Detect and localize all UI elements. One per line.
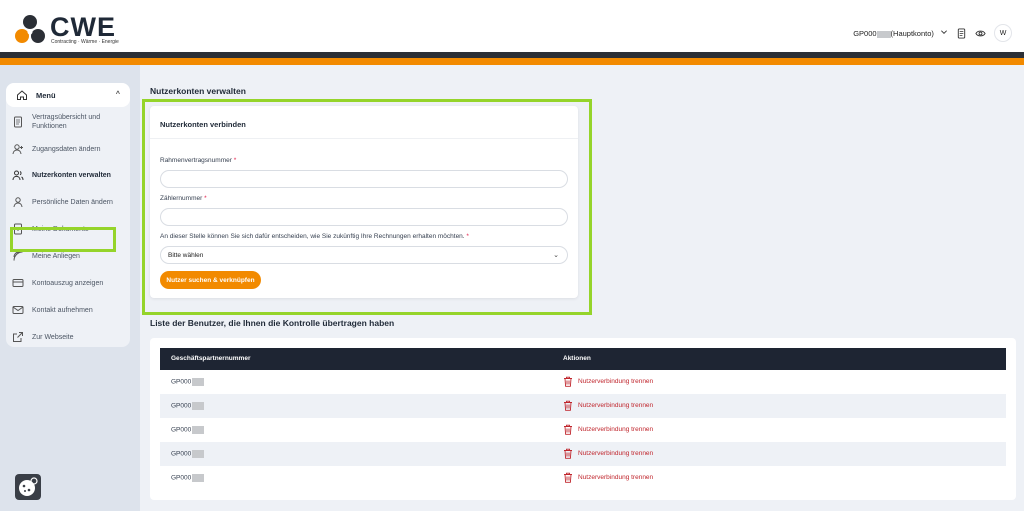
disconnect-user-button[interactable]: Nutzerverbindung trennen <box>563 424 653 435</box>
avatar[interactable]: W <box>994 24 1012 42</box>
account-prefix: GP000 <box>853 29 877 38</box>
masked-number <box>192 474 205 482</box>
users-table-card: Geschäftspartnernummer Aktionen GP000 Nu… <box>150 338 1016 500</box>
trash-icon <box>564 400 572 411</box>
sidebar-item-nutzerkonten[interactable]: Nutzerkonten verwalten <box>12 169 124 181</box>
logo-mark-icon <box>15 15 45 43</box>
masked-number <box>192 426 205 434</box>
sidebar-item-kontakt[interactable]: Kontakt aufnehmen <box>12 304 124 316</box>
sidebar-item-webseite[interactable]: Zur Webseite <box>12 331 124 343</box>
disconnect-user-button[interactable]: Nutzerverbindung trennen <box>563 400 653 411</box>
disconnect-user-button[interactable]: Nutzerverbindung trennen <box>563 472 653 483</box>
cookie-settings-button[interactable] <box>15 474 41 500</box>
menu-card: Menü ^ Vertragsübersicht und Funktionen … <box>6 83 130 347</box>
gp-number: GP000 <box>171 402 205 410</box>
gp-number: GP000 <box>171 378 205 386</box>
masked-number <box>192 402 205 410</box>
table-row: GP000 Nutzerverbindung trennen <box>160 394 1006 418</box>
table-row: GP000 Nutzerverbindung trennen <box>160 442 1006 466</box>
column-header-gp: Geschäftspartnernummer <box>171 355 251 362</box>
table-row: GP000 Nutzerverbindung trennen <box>160 418 1006 442</box>
disconnect-user-button[interactable]: Nutzerverbindung trennen <box>563 448 653 459</box>
sidebar-item-vertragsuebersicht[interactable]: Vertragsübersicht und Funktionen <box>12 113 124 131</box>
disconnect-user-button[interactable]: Nutzerverbindung trennen <box>563 376 653 387</box>
sidebar-item-label: Nutzerkonten verwalten <box>32 171 111 179</box>
highlight-box-form <box>142 99 592 315</box>
external-link-icon <box>13 332 23 342</box>
column-header-actions: Aktionen <box>563 355 591 362</box>
sidebar-item-label: Zugangsdaten ändern <box>32 145 101 153</box>
chevron-up-icon: ^ <box>115 91 120 98</box>
credit-card-icon <box>12 279 24 287</box>
gp-number: GP000 <box>171 474 205 482</box>
trash-icon <box>564 472 572 483</box>
page-title: Nutzerkonten verwalten <box>150 86 246 96</box>
gp-number: GP000 <box>171 426 205 434</box>
cookie-icon <box>19 477 38 496</box>
document-icon <box>14 116 22 128</box>
account-selector[interactable]: GP000 (Hauptkonto) <box>853 28 948 38</box>
account-area: GP000 (Hauptkonto) W <box>853 24 1012 42</box>
masked-number <box>192 450 205 458</box>
gp-number: GP000 <box>171 450 205 458</box>
user-icon <box>13 197 23 208</box>
table-row: GP000 Nutzerverbindung trennen <box>160 370 1006 394</box>
sidebar: Menü ^ Vertragsübersicht und Funktionen … <box>0 65 140 511</box>
menu-label: Menü <box>36 90 56 100</box>
table-row: GP000 Nutzerverbindung trennen <box>160 466 1006 490</box>
sidebar-item-zugangsdaten[interactable]: Zugangsdaten ändern <box>12 143 124 155</box>
mail-icon <box>12 306 24 314</box>
home-icon <box>17 90 27 100</box>
sidebar-item-label: Vertragsübersicht und Funktionen <box>32 114 101 130</box>
masked-number <box>876 30 891 38</box>
trash-icon <box>564 448 572 459</box>
sidebar-item-persoenliche-daten[interactable]: Persönliche Daten ändern <box>12 196 124 208</box>
chevron-down-icon <box>941 30 947 34</box>
trash-icon <box>564 424 572 435</box>
sidebar-item-label: Persönliche Daten ändern <box>32 198 113 206</box>
sidebar-item-label: Kontoauszug anzeigen <box>32 279 104 287</box>
sidebar-item-label: Kontakt aufnehmen <box>32 306 93 314</box>
highlight-box-sidebar <box>10 227 116 252</box>
menu-toggle[interactable]: Menü ^ <box>6 83 130 107</box>
eye-icon[interactable] <box>975 28 986 39</box>
sidebar-item-label: Meine Anliegen <box>32 252 80 260</box>
cwe-logo[interactable]: CWE Contracting · Wärme · Energie <box>14 12 124 48</box>
document-icon[interactable] <box>956 27 967 39</box>
header-bar-orange <box>0 58 1024 65</box>
sidebar-item-label: Zur Webseite <box>32 333 74 341</box>
trash-icon <box>564 376 572 387</box>
account-suffix: (Hauptkonto) <box>890 29 934 38</box>
sidebar-item-kontoauszug[interactable]: Kontoauszug anzeigen <box>12 277 124 289</box>
logo-tagline: Contracting · Wärme · Energie <box>51 39 119 45</box>
masked-number <box>192 378 205 386</box>
table-header: Geschäftspartnernummer Aktionen <box>160 348 1006 370</box>
users-icon <box>12 170 24 181</box>
user-plus-icon <box>12 144 23 155</box>
list-title: Liste der Benutzer, die Ihnen die Kontro… <box>150 318 395 328</box>
header: CWE Contracting · Wärme · Energie GP000 (… <box>0 0 1024 52</box>
